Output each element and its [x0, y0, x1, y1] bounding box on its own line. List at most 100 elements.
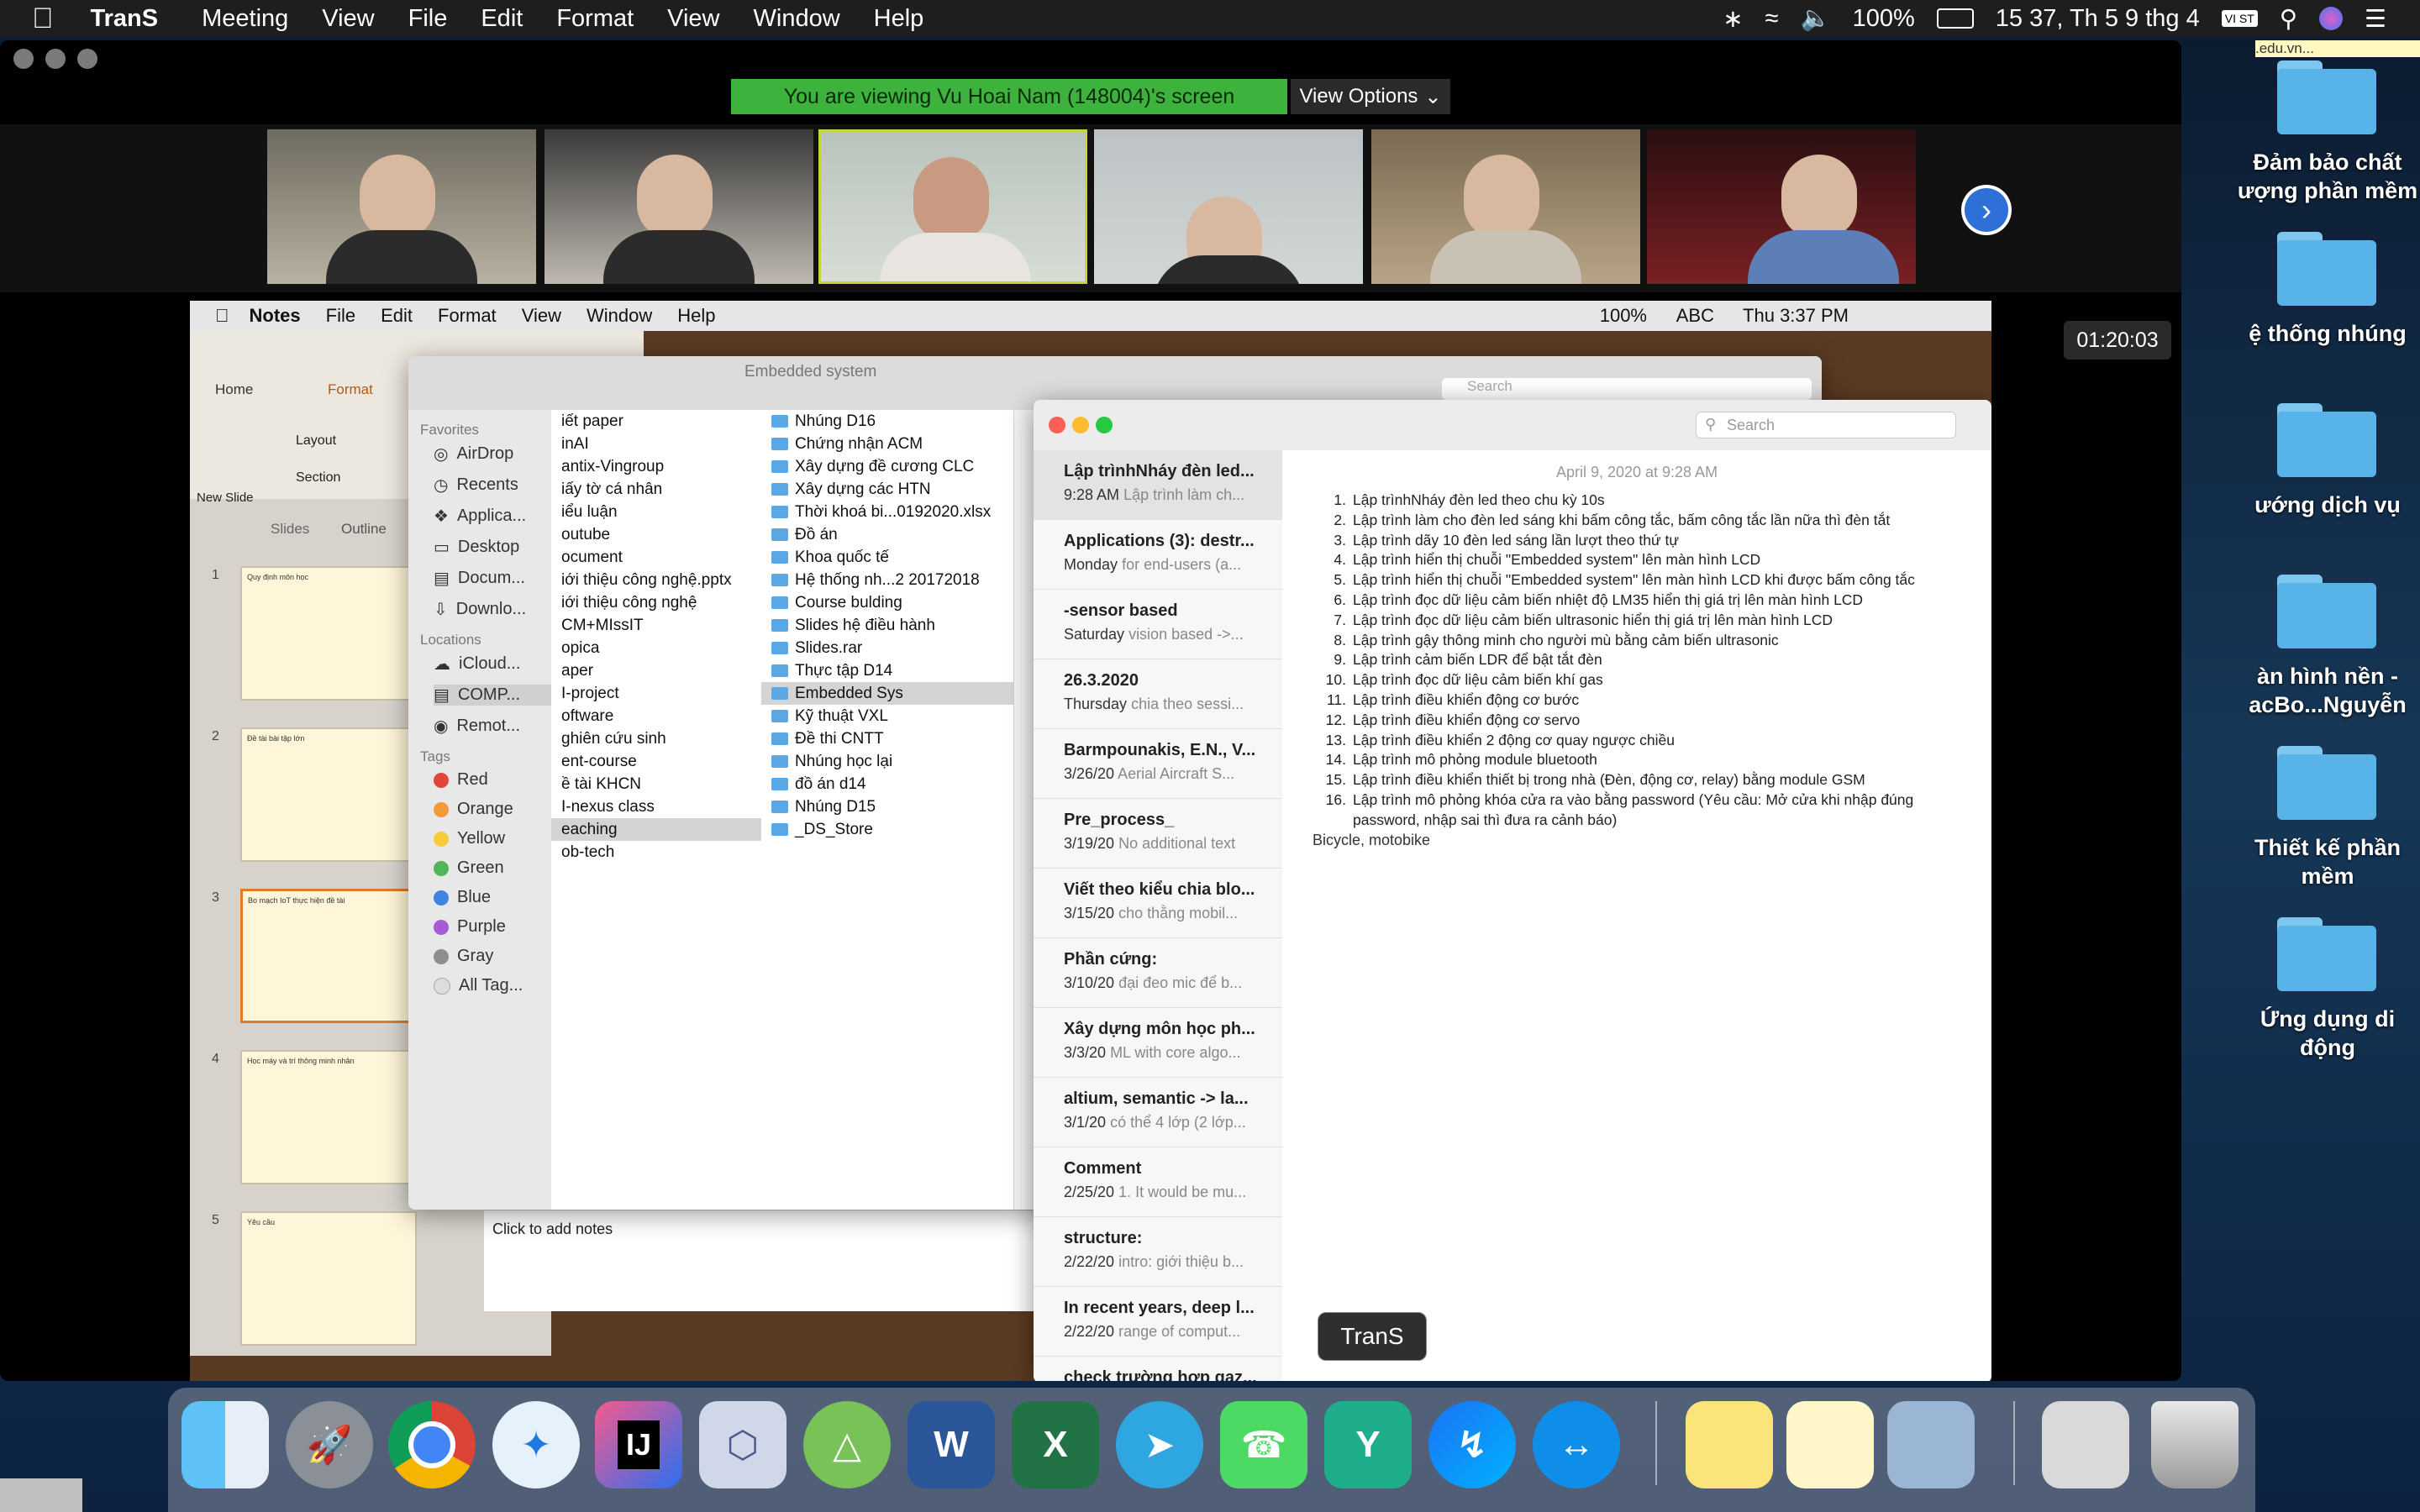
note-list-item[interactable]: Phần cứng: 3/10/20 đại đeo mic để b... — [1034, 938, 1282, 1008]
participant-video[interactable] — [1371, 129, 1640, 284]
finder-item[interactable]: Xây dựng các HTN — [761, 478, 1013, 501]
word-icon[interactable]: W — [908, 1401, 995, 1488]
finder-item[interactable]: Thực tập D14 — [761, 659, 1013, 682]
note-list-item[interactable]: -sensor based Saturday vision based ->... — [1034, 590, 1282, 659]
finder-item[interactable]: iới thiệu công nghệ.pptx — [551, 569, 761, 591]
menu-clock[interactable]: 15 37, Th 5 9 thg 4 — [1996, 5, 2200, 33]
battery-percent[interactable]: 100% — [1853, 5, 1915, 33]
view-options-button[interactable]: View Options ⌄ — [1291, 79, 1450, 114]
menu-help[interactable]: Help — [874, 5, 924, 33]
finder-item[interactable]: ghiên cứu sinh — [551, 727, 761, 750]
finder-item[interactable]: Slides hệ điều hành — [761, 614, 1013, 637]
launchpad-icon[interactable]: 🚀 — [286, 1401, 373, 1488]
finder-item[interactable]: iấy tờ cá nhân — [551, 478, 761, 501]
finder-item[interactable]: iểu luận — [551, 501, 761, 523]
finder-item[interactable]: Khoa quốc tế — [761, 546, 1013, 569]
finder-item[interactable]: Hệ thống nh...2 20172018 — [761, 569, 1013, 591]
finder-item[interactable]: đồ án d14 — [761, 773, 1013, 795]
notification-center-icon[interactable]: ☰ — [2365, 4, 2386, 34]
messenger-icon[interactable]: ↯ — [1428, 1401, 1516, 1488]
note-list-item[interactable]: Xây dựng môn học ph... 3/3/20 ML with cor… — [1034, 1008, 1282, 1078]
finder-item[interactable]: ocument — [551, 546, 761, 569]
finder-item[interactable]: Xây dựng đề cương CLC — [761, 455, 1013, 478]
desktop-folder-icon[interactable] — [2272, 60, 2381, 134]
excel-icon[interactable]: X — [1012, 1401, 1099, 1488]
participant-video[interactable] — [1647, 129, 1916, 284]
note-list-item[interactable]: Lập trìnhNháy đèn led... 9:28 AM Lập trìn… — [1034, 450, 1282, 520]
android-studio-icon[interactable]: △ — [803, 1401, 891, 1488]
facetime-icon[interactable]: ☎ — [1220, 1401, 1307, 1488]
battery-icon[interactable] — [1936, 8, 1974, 29]
menu-meeting[interactable]: Meeting — [202, 5, 288, 33]
note-list-item[interactable]: Applications (3): destr... Monday for end… — [1034, 520, 1282, 590]
menu-view[interactable]: View — [322, 5, 374, 33]
finder-item[interactable]: inAI — [551, 433, 761, 455]
finder-item[interactable]: iới thiệu công nghệ — [551, 591, 761, 614]
desktop-folder-icon[interactable] — [2272, 575, 2381, 648]
participant-video[interactable] — [544, 129, 813, 284]
finder-item[interactable]: Chứng nhận ACM — [761, 433, 1013, 455]
note-list-item[interactable]: Barmpounakis, E.N., V... 3/26/20 Aerial A… — [1034, 729, 1282, 799]
note-list-item[interactable]: altium, semantic -> la... 3/1/20 có thể 4… — [1034, 1078, 1282, 1147]
finder-item[interactable]: Đề thi CNTT — [761, 727, 1013, 750]
finder-item[interactable]: Course bulding — [761, 591, 1013, 614]
finder-item[interactable]: I-nexus class — [551, 795, 761, 818]
finder-item[interactable]: Thời khoá bi...0192020.xlsx — [761, 501, 1013, 523]
finder-item[interactable]: antix-Vingroup — [551, 455, 761, 478]
participant-video[interactable] — [267, 129, 536, 284]
menu-app-name[interactable]: TranS — [91, 5, 159, 33]
note-list-item[interactable]: structure: 2/22/20 intro: giới thiệu b... — [1034, 1217, 1282, 1287]
finder-item[interactable]: opica — [551, 637, 761, 659]
spotlight-icon[interactable]: ⚲ — [2280, 4, 2297, 34]
preview-icon[interactable] — [1887, 1401, 1975, 1488]
volume-icon[interactable]: 🔈 — [1801, 4, 1831, 33]
screenshot-icon[interactable] — [2042, 1401, 2129, 1488]
zoom-window-button[interactable] — [77, 49, 97, 69]
desktop-folder-icon[interactable] — [2272, 232, 2381, 306]
trash-icon[interactable] — [2151, 1401, 2238, 1488]
finder-item[interactable]: Nhúng học lại — [761, 750, 1013, 773]
menu-edit[interactable]: Edit — [481, 5, 523, 33]
wifi-icon[interactable]: ≈ — [1765, 5, 1779, 33]
finder-item[interactable]: aper — [551, 659, 761, 682]
finder-item[interactable]: Slides.rar — [761, 637, 1013, 659]
menu-file[interactable]: File — [408, 5, 448, 33]
finder-item[interactable]: iết paper — [551, 410, 761, 433]
finder-item[interactable]: outube — [551, 523, 761, 546]
menu-view-2[interactable]: View — [667, 5, 719, 33]
finder-item[interactable]: CM+MIssIT — [551, 614, 761, 637]
chrome-icon[interactable] — [388, 1401, 476, 1488]
box-app-icon[interactable]: ⬡ — [699, 1401, 786, 1488]
notes-app-icon[interactable] — [1786, 1401, 1874, 1488]
teamviewer-icon[interactable]: ↔ — [1533, 1401, 1620, 1488]
finder-item[interactable]: _DS_Store — [761, 818, 1013, 841]
note-list-item[interactable]: check trường hợp gaz... — [1034, 1357, 1282, 1381]
desktop-folder-icon[interactable] — [2272, 917, 2381, 991]
desktop-folder-icon[interactable] — [2272, 403, 2381, 477]
note-list-item[interactable]: 26.3.2020 Thursday chia theo sessi... — [1034, 659, 1282, 729]
input-source-icon[interactable]: VI ST — [2221, 10, 2258, 27]
finder-item[interactable]: ề tài KHCN — [551, 773, 761, 795]
finder-item[interactable]: eaching — [551, 818, 761, 841]
participant-video-active[interactable] — [818, 129, 1087, 284]
finder-item[interactable]: Nhúng D16 — [761, 410, 1013, 433]
finder-item[interactable]: oftware — [551, 705, 761, 727]
finder-icon[interactable] — [182, 1401, 269, 1488]
finder-item[interactable]: ob-tech — [551, 841, 761, 864]
note-list-item[interactable]: Comment 2/25/20 1. It would be mu... — [1034, 1147, 1282, 1217]
stickies-icon[interactable] — [1686, 1401, 1773, 1488]
finder-item[interactable]: ent-course — [551, 750, 761, 773]
note-list-item[interactable]: Pre_process_ 3/19/20 No additional text — [1034, 799, 1282, 869]
intellij-icon[interactable]: IJ — [595, 1401, 682, 1488]
minimize-window-button[interactable] — [45, 49, 66, 69]
safari-icon[interactable]: ✦ — [492, 1401, 580, 1488]
finder-item[interactable]: I-project — [551, 682, 761, 705]
bluetooth-icon[interactable]: ∗ — [1723, 4, 1743, 34]
note-list-item[interactable]: Viết theo kiểu chia blo... 3/15/20 cho th… — [1034, 869, 1282, 938]
participant-video[interactable] — [1094, 129, 1363, 284]
menu-format[interactable]: Format — [556, 5, 634, 33]
finder-item[interactable]: Embedded Sys — [761, 682, 1013, 705]
trans-app-icon[interactable]: Y — [1324, 1401, 1412, 1488]
close-window-button[interactable] — [13, 49, 34, 69]
apple-menu-icon[interactable]:  — [32, 3, 54, 35]
